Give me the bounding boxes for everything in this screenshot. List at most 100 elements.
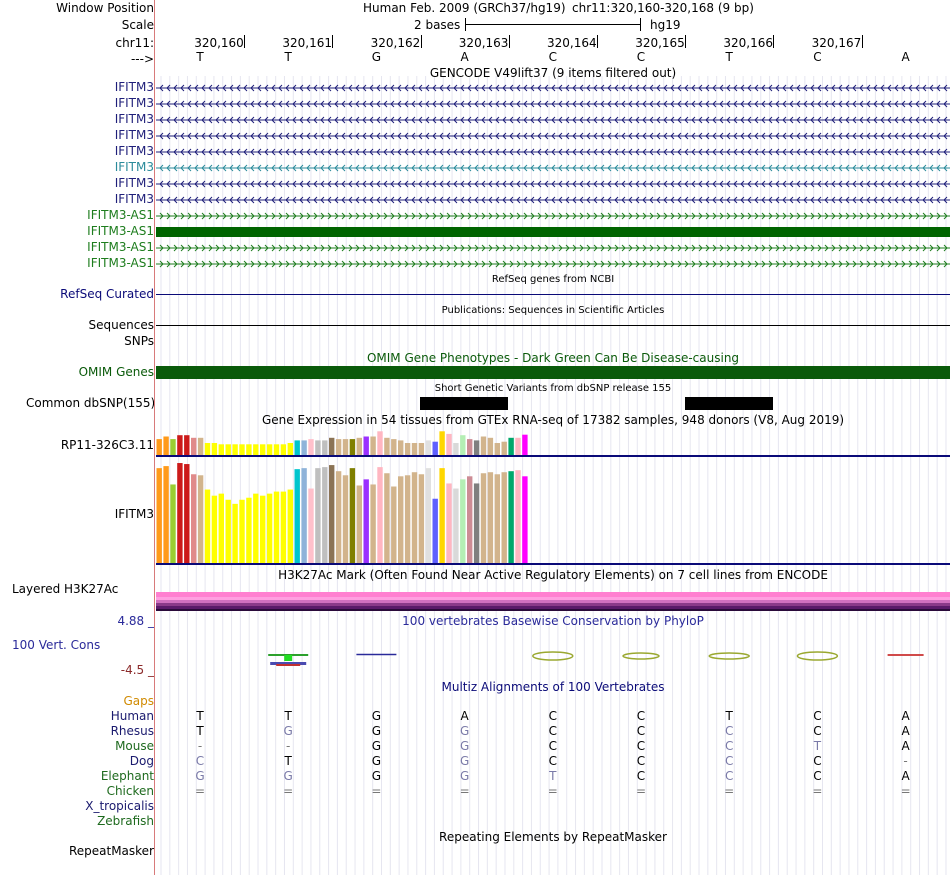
multiz-track-title: Multiz Alignments of 100 Vertebrates bbox=[441, 680, 665, 694]
gtex-ifitm3-chart[interactable] bbox=[156, 459, 950, 565]
species-label[interactable]: Elephant bbox=[101, 769, 154, 783]
dbsnp-variant[interactable] bbox=[685, 397, 773, 410]
gtex-tissue-bar bbox=[204, 443, 211, 456]
gencode-gene-label[interactable]: IFITM3 bbox=[115, 144, 154, 158]
label-vert-cons[interactable]: 100 Vert. Cons bbox=[12, 638, 100, 652]
label-layered-h3k27ac[interactable]: Layered H3K27Ac bbox=[12, 582, 118, 596]
label-ifitm3-gtex[interactable]: IFITM3 bbox=[115, 507, 154, 521]
gencode-gene-label[interactable]: IFITM3 bbox=[115, 160, 154, 174]
phylop-conservation-plot[interactable] bbox=[156, 645, 950, 670]
species-label[interactable]: Dog bbox=[130, 754, 154, 768]
gtex-tissue-bar bbox=[467, 439, 473, 456]
species-label[interactable]: Rhesus bbox=[111, 724, 154, 738]
gtex-tissue-bar bbox=[218, 493, 224, 563]
gtex-tissue-bar bbox=[342, 439, 349, 456]
gtex-tissue-bar bbox=[163, 466, 169, 563]
gtex-tissue-bar bbox=[370, 436, 376, 456]
label-gaps: Gaps bbox=[123, 694, 154, 708]
aligned-base: C bbox=[813, 709, 822, 723]
gtex-tissue-bar bbox=[363, 479, 369, 563]
species-label[interactable]: X_tropicalis bbox=[85, 799, 154, 813]
gtex-tissue-bar bbox=[494, 443, 500, 456]
gencode-gene-label[interactable]: IFITM3-AS1 bbox=[87, 240, 154, 254]
aligned-base: C bbox=[724, 724, 734, 738]
gtex-tissue-bar bbox=[432, 498, 438, 563]
sequence-base: T bbox=[196, 50, 204, 64]
gtex-tissue-bar bbox=[335, 439, 342, 456]
gencode-gene-label[interactable]: IFITM3 bbox=[115, 80, 154, 94]
sequence-base: C bbox=[548, 50, 557, 64]
gencode-gene-label[interactable]: IFITM3-AS1 bbox=[87, 208, 154, 222]
gencode-gene-label[interactable]: IFITM3-AS1 bbox=[87, 224, 154, 238]
label-omim-genes[interactable]: OMIM Genes bbox=[79, 365, 154, 379]
aligned-base: G bbox=[459, 754, 470, 768]
sequence-base: A bbox=[460, 50, 469, 64]
aligned-base: C bbox=[724, 769, 734, 783]
aligned-base: - bbox=[197, 739, 203, 753]
aligned-base: = bbox=[900, 784, 911, 798]
gtex-tissue-bar bbox=[460, 479, 466, 563]
gencode-gene-label[interactable]: IFITM3 bbox=[115, 192, 154, 206]
species-label[interactable]: Human bbox=[111, 709, 154, 723]
aligned-base: A bbox=[460, 709, 469, 723]
gtex-tissue-bar bbox=[404, 443, 411, 456]
scale-text: 2 bases bbox=[414, 18, 461, 32]
gtex-tissue-bar bbox=[432, 441, 438, 456]
gencode-gene-label[interactable]: IFITM3 bbox=[115, 128, 154, 142]
label-rp11-gtex[interactable]: RP11-326C3.11 bbox=[61, 438, 154, 452]
gtex-tissue-bar bbox=[287, 443, 293, 456]
gtex-tissue-bar bbox=[467, 476, 473, 563]
gencode-gene-label[interactable]: IFITM3 bbox=[115, 96, 154, 110]
species-label[interactable]: Chicken bbox=[107, 784, 154, 798]
gtex-tissue-bar bbox=[266, 493, 273, 563]
gtex-tissue-bar bbox=[508, 471, 514, 563]
phylop-mark bbox=[622, 652, 660, 660]
gtex-tissue-bar bbox=[329, 437, 335, 456]
aligned-base: T bbox=[284, 709, 292, 723]
gtex-track-title: Gene Expression in 54 tissues from GTEx … bbox=[261, 413, 845, 427]
assembly-title: Human Feb. 2009 (GRCh37/hg19) bbox=[363, 1, 566, 15]
gtex-tissue-bar bbox=[342, 475, 349, 563]
gtex-rp11-chart[interactable] bbox=[156, 428, 950, 458]
gtex-tissue-bar bbox=[232, 444, 238, 456]
species-label[interactable]: Zebrafish bbox=[97, 814, 154, 828]
track-data-area[interactable]: Human Feb. 2009 (GRCh37/hg19) chr11:320,… bbox=[156, 0, 950, 875]
h3k27ac-layered-signal[interactable] bbox=[156, 592, 950, 611]
gtex-tissue-bar bbox=[411, 443, 418, 456]
species-label[interactable]: Mouse bbox=[115, 739, 154, 753]
gtex-tissue-bar bbox=[322, 467, 328, 563]
gtex-tissue-bar bbox=[487, 437, 494, 456]
aligned-base: G bbox=[459, 769, 470, 783]
gencode-gene-label[interactable]: IFITM3-AS1 bbox=[87, 256, 154, 270]
label-snps[interactable]: SNPs bbox=[124, 334, 154, 348]
aligned-base: A bbox=[901, 739, 910, 753]
dbsnp-variant[interactable] bbox=[420, 397, 508, 410]
gtex-tissue-bar bbox=[170, 484, 176, 563]
gtex-tissue-bar bbox=[280, 444, 287, 456]
gencode-gene-label[interactable]: IFITM3 bbox=[115, 176, 154, 190]
gtex-tissue-bar bbox=[453, 488, 459, 563]
gtex-tissue-bar bbox=[349, 439, 356, 456]
gtex-tissue-bar bbox=[225, 499, 231, 563]
gtex-tissue-bar bbox=[453, 443, 459, 456]
phylop-mark bbox=[532, 651, 574, 661]
gtex-tissue-bar bbox=[356, 485, 362, 563]
refseq-track-line[interactable] bbox=[156, 294, 950, 295]
gtex-tissue-bar bbox=[515, 437, 521, 456]
aligned-base: C bbox=[724, 754, 734, 768]
gencode-gene-label[interactable]: IFITM3 bbox=[115, 112, 154, 126]
label-repeatmasker[interactable]: RepeatMasker bbox=[69, 844, 154, 858]
gtex-tissue-bar bbox=[239, 444, 245, 456]
omim-phenotype-bar[interactable] bbox=[156, 366, 950, 379]
label-sequences[interactable]: Sequences bbox=[89, 318, 154, 332]
aligned-base: = bbox=[812, 784, 823, 798]
gtex-tissue-bar bbox=[398, 440, 404, 456]
aligned-base: G bbox=[283, 724, 293, 738]
sequence-base: G bbox=[371, 50, 382, 64]
label-common-dbsnp[interactable]: Common dbSNP(155) bbox=[26, 396, 155, 410]
label-refseq-curated[interactable]: RefSeq Curated bbox=[60, 287, 154, 301]
gtex-tissue-bar bbox=[377, 431, 383, 456]
gencode-track[interactable] bbox=[156, 80, 950, 272]
sequences-track-line[interactable] bbox=[156, 325, 950, 326]
gtex-tissue-bar bbox=[294, 440, 300, 456]
